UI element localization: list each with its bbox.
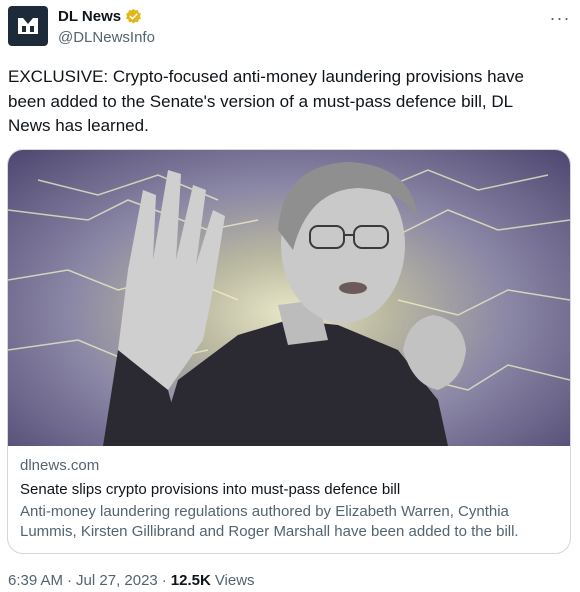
article-photo bbox=[8, 150, 570, 446]
card-meta: dlnews.com Senate slips crypto provision… bbox=[20, 456, 560, 542]
verified-badge-icon bbox=[126, 8, 141, 24]
separator: · bbox=[161, 572, 167, 589]
display-name[interactable]: DL News bbox=[58, 8, 121, 25]
author-handle[interactable]: @DLNewsInfo bbox=[58, 29, 155, 46]
views-label: Views bbox=[214, 572, 255, 589]
tweet-header: DL News @DLNewsInfo ··· bbox=[8, 6, 572, 50]
author-name-row: DL News bbox=[58, 8, 142, 25]
card-description: Anti-money laundering regulations author… bbox=[20, 503, 519, 540]
tweet-time[interactable]: 6:39 AM bbox=[8, 572, 63, 589]
more-horizontal-icon[interactable]: ··· bbox=[548, 6, 572, 30]
tweet-date[interactable]: Jul 27, 2023 bbox=[76, 572, 158, 589]
separator: · bbox=[67, 572, 73, 589]
card-domain: dlnews.com bbox=[20, 457, 100, 474]
views-count: 12.5K bbox=[170, 572, 211, 589]
avatar[interactable] bbox=[8, 6, 48, 46]
dl-news-logo-icon bbox=[18, 18, 38, 34]
card-title: Senate slips crypto provisions into must… bbox=[20, 481, 401, 498]
link-card[interactable]: dlnews.com Senate slips crypto provision… bbox=[7, 149, 571, 554]
tweet-footer: 6:39 AM · Jul 27, 2023 · 12.5K Views bbox=[8, 572, 255, 589]
tweet-text: EXCLUSIVE: Crypto-focused anti-money lau… bbox=[8, 67, 524, 135]
